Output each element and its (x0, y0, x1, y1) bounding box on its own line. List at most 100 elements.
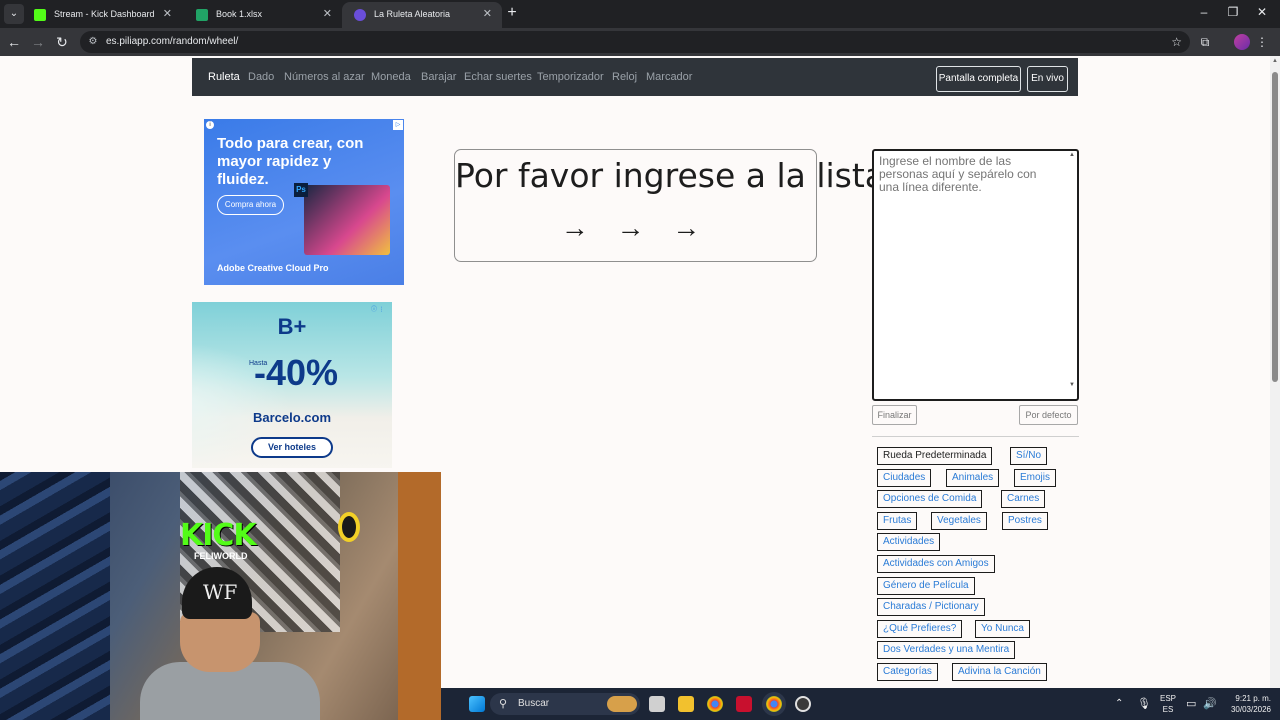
fullscreen-button[interactable]: Pantalla completa (936, 66, 1021, 92)
preset-rueda-predeterminada[interactable]: Rueda Predeterminada (877, 447, 993, 465)
window-close-icon[interactable]: ✕ (1255, 5, 1269, 19)
preset-actividades[interactable]: Actividades (877, 533, 941, 551)
preset-opciones-comida[interactable]: Opciones de Comida (877, 490, 983, 508)
start-icon[interactable] (469, 696, 485, 712)
ad-choices-icon[interactable]: ▷ (393, 120, 403, 130)
reload-icon[interactable]: ↻ (52, 32, 72, 52)
finish-button[interactable]: Finalizar (872, 405, 917, 425)
wheel-prompt: Por favor ingrese a la lista → → → (454, 149, 886, 262)
nav-moneda[interactable]: Moneda (371, 58, 411, 96)
volume-icon[interactable]: 🔊 (1203, 697, 1217, 710)
file-explorer-icon[interactable] (678, 696, 694, 712)
tab-kick-dashboard[interactable]: Stream - Kick Dashboard ✕ (22, 2, 182, 28)
preset-yo-nunca[interactable]: Yo Nunca (975, 620, 1030, 638)
ad-info-icon[interactable]: i (206, 121, 214, 129)
preset-dos-verdades[interactable]: Dos Verdades y una Mentira (877, 641, 1016, 659)
network-icon[interactable]: ▭ (1186, 697, 1196, 710)
nav-barajar[interactable]: Barajar (421, 58, 456, 96)
new-tab-button[interactable]: + (504, 3, 520, 23)
ad-adobe[interactable]: i ▷ Todo para crear, con mayor rapidez y… (204, 119, 404, 285)
ad-logo: B+ (277, 314, 307, 339)
bookmark-star-icon[interactable]: ☆ (1171, 31, 1182, 53)
ad-choices-icon[interactable]: ⓘ ⋮ (371, 304, 389, 314)
preset-frutas[interactable]: Frutas (877, 512, 918, 530)
search-icon: ⚲ (499, 698, 508, 710)
names-input[interactable] (872, 149, 1079, 401)
task-view-icon[interactable] (649, 696, 665, 712)
tab-search-button[interactable]: ⌄ (4, 4, 24, 24)
preset-ciudades[interactable]: Ciudades (877, 469, 932, 487)
lang-top[interactable]: ESP (1160, 694, 1176, 703)
preset-adivina-cancion[interactable]: Adivina la Canción (952, 663, 1047, 681)
live-button[interactable]: En vivo (1027, 66, 1068, 92)
ad-barcelo[interactable]: ⓘ ⋮ B+ Hasta -40% Barcelo.com Ver hotele… (192, 302, 392, 468)
lang-bottom[interactable]: ES (1160, 705, 1176, 714)
cap-logo: WF (203, 580, 238, 604)
chrome-icon[interactable] (707, 696, 723, 712)
preset-animales[interactable]: Animales (946, 469, 1000, 487)
preset-categorias[interactable]: Categorías (877, 663, 938, 681)
tab-book-xlsx[interactable]: Book 1.xlsx ✕ (184, 2, 342, 28)
obs-icon[interactable] (795, 696, 811, 712)
preset-carnes[interactable]: Carnes (1001, 490, 1046, 508)
profile-avatar[interactable] (1234, 34, 1250, 50)
ad-discount: -40% (254, 352, 339, 393)
nav-ruleta[interactable]: Ruleta (208, 58, 240, 96)
nav-numeros[interactable]: Números al azar (284, 58, 365, 96)
chrome-active-icon[interactable] (766, 696, 782, 712)
nav-marcador[interactable]: Marcador (646, 58, 692, 96)
ad-site: Barcelo.com (252, 410, 332, 425)
back-icon[interactable]: ← (4, 32, 24, 52)
wheel-message: Por favor ingrese a la lista (455, 156, 886, 195)
divider (872, 436, 1079, 437)
address-bar[interactable]: ⚙ es.piliapp.com/random/wheel/ ☆ (80, 31, 1190, 53)
ad-hotels-button[interactable]: Ver hoteles (251, 437, 333, 458)
streamer-face (180, 612, 260, 672)
preset-postres[interactable]: Postres (1002, 512, 1048, 530)
close-icon[interactable]: ✕ (323, 2, 332, 26)
widget-icon[interactable] (607, 696, 637, 712)
scroll-up-arrow-icon[interactable]: ▲ (1271, 58, 1279, 64)
tray-chevron-icon[interactable]: ⌃ (1115, 698, 1123, 709)
extensions-icon[interactable]: ⧉ (1197, 34, 1213, 50)
nav-dado[interactable]: Dado (248, 58, 274, 96)
webcam-overlay: KICK FELIWORLD WF (0, 472, 441, 720)
preset-vegetales[interactable]: Vegetales (931, 512, 987, 530)
site-info-icon[interactable]: ⚙ (86, 35, 100, 49)
scroll-up-icon[interactable]: ▲ (1069, 152, 1075, 158)
preset-si-no[interactable]: Sí/No (1010, 447, 1048, 465)
restore-icon[interactable]: ❐ (1226, 5, 1240, 19)
preset-actividades-amigos[interactable]: Actividades con Amigos (877, 555, 995, 573)
forward-icon[interactable]: → (28, 32, 48, 52)
page-scrollbar[interactable]: ▲ (1270, 56, 1280, 720)
tab-strip: ⌄ Stream - Kick Dashboard ✕ Book 1.xlsx … (0, 0, 1280, 28)
windows-taskbar: ⚲ Buscar ⌃ 🎙 ESP ES ▭ 🔊 9:21 p. m. 30/03… (441, 688, 1280, 720)
piliapp-icon (354, 9, 366, 21)
close-icon[interactable]: ✕ (483, 2, 492, 26)
preset-emojis[interactable]: Emojis (1014, 469, 1057, 487)
nav-reloj[interactable]: Reloj (612, 58, 637, 96)
excel-icon (196, 9, 208, 21)
photoshop-icon: Ps (294, 183, 308, 197)
scroll-thumb[interactable] (1272, 72, 1278, 382)
default-button[interactable]: Por defecto (1019, 405, 1078, 425)
arrows-icon: → → → (560, 212, 711, 243)
minimize-icon[interactable]: – (1197, 5, 1211, 19)
microphone-icon[interactable]: 🎙 (1137, 697, 1151, 710)
close-icon[interactable]: ✕ (163, 2, 172, 26)
menu-icon[interactable]: ⋮ (1254, 34, 1270, 50)
nav-temporizador[interactable]: Temporizador (537, 58, 604, 96)
preset-charadas[interactable]: Charadas / Pictionary (877, 598, 985, 616)
tab-title: Stream - Kick Dashboard (54, 9, 155, 19)
preset-genero-pelicula[interactable]: Género de Película (877, 577, 975, 595)
nav-echar-suertes[interactable]: Echar suertes (464, 58, 532, 96)
clock-date[interactable]: 30/03/2026 (1221, 705, 1271, 714)
webcam-chair (0, 472, 110, 720)
scroll-down-icon[interactable]: ▼ (1069, 382, 1075, 388)
tab-ruleta[interactable]: La Ruleta Aleatoria ✕ (342, 2, 502, 28)
ad-cta-button[interactable]: Compra ahora (217, 195, 284, 215)
news-app-icon[interactable] (736, 696, 752, 712)
webcam-door (398, 472, 441, 720)
clock-time[interactable]: 9:21 p. m. (1225, 694, 1271, 703)
preset-que-prefieres[interactable]: ¿Qué Prefieres? (877, 620, 963, 638)
